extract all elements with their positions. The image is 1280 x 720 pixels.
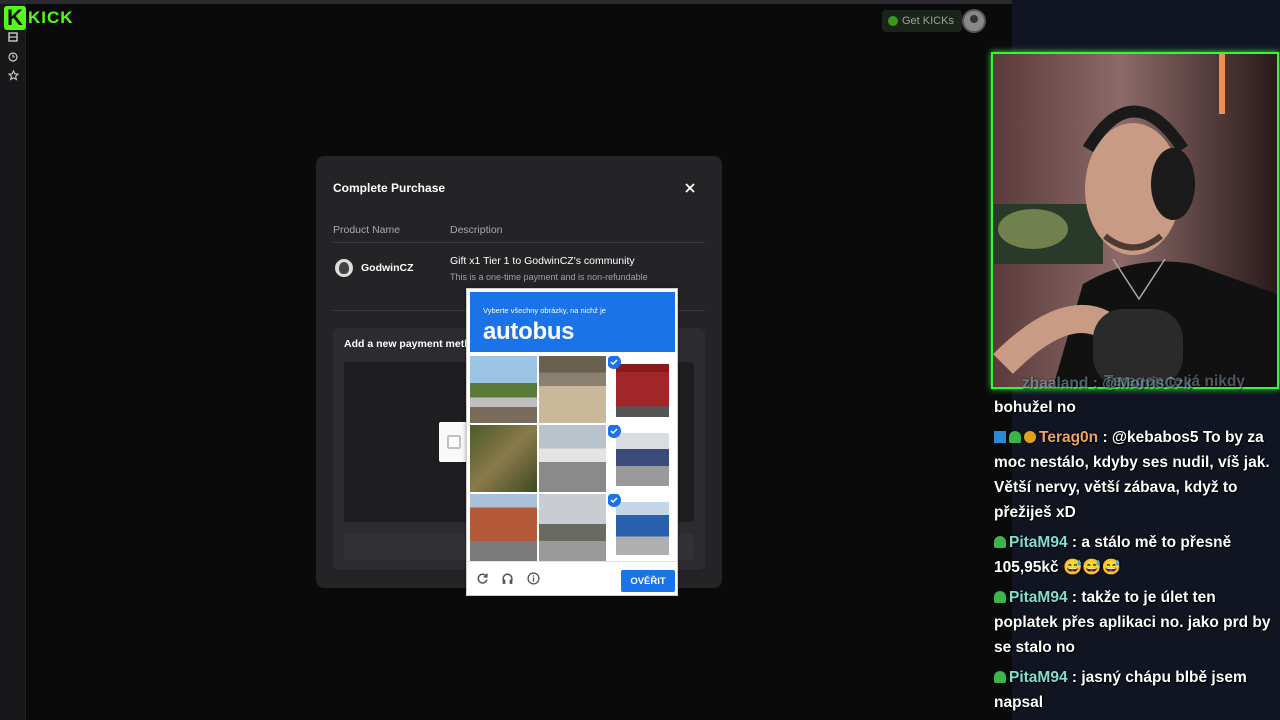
product-note: This is a one-time payment and is non-re… xyxy=(450,272,648,282)
column-header-product: Product Name xyxy=(333,224,401,236)
browse-icon[interactable] xyxy=(6,30,20,44)
user-avatar[interactable] xyxy=(962,9,986,33)
captcha-challenge: Vyberte všechny obrázky, na nichž je aut… xyxy=(466,288,678,596)
star-icon[interactable] xyxy=(6,68,20,82)
kick-logo-text: KICK xyxy=(28,8,74,27)
captcha-tile[interactable] xyxy=(470,356,537,423)
webcam-overlay xyxy=(991,52,1279,389)
captcha-tile[interactable] xyxy=(539,356,606,423)
product-name: GodwinCZ xyxy=(361,262,414,274)
captcha-tile[interactable] xyxy=(539,494,606,561)
faded-chat-line: zhaaland : @MorrisCzk xyxy=(1022,375,1193,392)
captcha-tile[interactable] xyxy=(470,494,537,561)
captcha-instruction: Vyberte všechny obrázky, na nichž je xyxy=(483,306,606,315)
divider xyxy=(333,242,705,243)
chat-message: PitaM94 : a stálo mě to přesně 105,95kč … xyxy=(994,530,1276,580)
kick-logo-mark: K xyxy=(4,5,26,30)
chat-message: Terag0n : @kebabos5 To by za moc nestálo… xyxy=(994,425,1276,525)
subscriber-badge-icon xyxy=(1009,431,1021,443)
chat-message: PitaM94 : takže to je úlet ten poplatek … xyxy=(994,585,1276,660)
verify-button[interactable]: OVĚŘIT xyxy=(621,570,675,592)
chat-message-text: : @kebabos5 To by za moc nestálo, kdyby … xyxy=(994,429,1270,521)
get-kicks-label: Get KICKs xyxy=(902,15,954,27)
close-icon[interactable] xyxy=(682,180,698,196)
cube-badge-icon xyxy=(994,431,1006,443)
reload-icon[interactable] xyxy=(475,571,489,585)
recaptcha-checkbox[interactable] xyxy=(447,435,461,449)
captcha-tile[interactable] xyxy=(539,425,606,492)
product-description: Gift x1 Tier 1 to GodwinCZ's community xyxy=(450,255,635,267)
chat-message-text: bohužel no xyxy=(994,399,1076,416)
info-icon[interactable] xyxy=(526,571,540,585)
subscriber-badge-icon xyxy=(994,536,1006,548)
chat-username[interactable]: Terag0n xyxy=(1039,429,1098,446)
coin-badge-icon xyxy=(1024,431,1036,443)
chat-message: bohužel no xyxy=(994,395,1276,420)
captcha-header: Vyberte všechny obrázky, na nichž je aut… xyxy=(470,292,675,352)
captcha-tile[interactable] xyxy=(608,425,675,492)
captcha-target-word: autobus xyxy=(483,318,575,345)
captcha-tile[interactable] xyxy=(608,356,675,423)
column-header-description: Description xyxy=(450,224,503,236)
kicks-coin-icon xyxy=(888,16,898,26)
kick-app: K KICK Get KICKs Complete Purchase Produ… xyxy=(0,0,1012,720)
chat-username[interactable]: PitaM94 xyxy=(1009,669,1068,686)
product-avatar xyxy=(335,259,353,277)
kick-logo[interactable]: K KICK xyxy=(4,5,74,31)
captcha-tile[interactable] xyxy=(470,425,537,492)
get-kicks-button[interactable]: Get KICKs xyxy=(882,10,962,32)
chat-username[interactable]: PitaM94 xyxy=(1009,589,1068,606)
sidebar xyxy=(0,4,26,720)
chat-overlay: Teragon to já nikdy zhaaland : @MorrisCz… xyxy=(994,373,1280,720)
chat-username[interactable]: PitaM94 xyxy=(1009,534,1068,551)
webcam-picture xyxy=(993,54,1277,387)
subscriber-badge-icon xyxy=(994,671,1006,683)
subscriber-badge-icon xyxy=(994,591,1006,603)
history-icon[interactable] xyxy=(6,50,20,64)
chat-message: PitaM94 : jasný chápu blbě jsem napsal xyxy=(994,665,1276,715)
browser-top-strip xyxy=(0,0,1012,4)
captcha-footer: OVĚŘIT xyxy=(467,561,677,595)
captcha-tile[interactable] xyxy=(608,494,675,561)
modal-title: Complete Purchase xyxy=(333,181,446,195)
audio-icon[interactable] xyxy=(500,571,514,585)
payment-method-label: Add a new payment meth xyxy=(344,338,471,350)
recaptcha-widget xyxy=(439,422,469,462)
